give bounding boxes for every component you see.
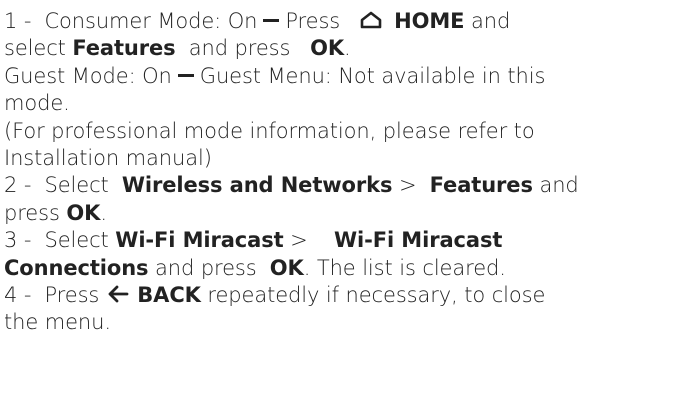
- ok-key-label: OK: [310, 36, 344, 61]
- select-text: select: [4, 36, 66, 61]
- back-key-label: BACK: [137, 283, 201, 308]
- period: .: [100, 200, 107, 225]
- features-label: Features: [429, 173, 533, 198]
- features-label: Features: [72, 36, 176, 61]
- note-text-end: Installation manual): [4, 146, 212, 171]
- note-text: (For professional mode information, plea…: [4, 118, 535, 143]
- consumer-mode-label: Consumer Mode: On: [44, 9, 258, 33]
- step-2-line-1: 2 - Select Wireless and Networks > Featu…: [4, 172, 700, 199]
- home-key-label: HOME: [394, 9, 465, 33]
- and-press-text: and press: [188, 36, 291, 61]
- path-separator: >: [290, 228, 308, 253]
- step-4-line-1: 4 - Press BACK repeatedly if necessary, t…: [4, 282, 700, 309]
- ok-key-label: OK: [269, 255, 304, 280]
- guest-mode-label: Guest Mode: On: [4, 63, 172, 88]
- press-text: Press: [285, 9, 341, 33]
- step-number: 3 -: [4, 228, 32, 253]
- step-1-line-2: select Features and press OK.: [4, 35, 700, 62]
- and-text: and: [471, 9, 511, 33]
- note-line-2: Installation manual): [4, 145, 700, 172]
- back-arrow-icon: [107, 285, 129, 303]
- miracast-connections-label: Wi-Fi Miracast: [333, 228, 503, 253]
- miracast-label: Wi-Fi Miracast: [115, 228, 284, 253]
- step-2-line-2: press OK.: [4, 200, 700, 227]
- press-text: press: [4, 200, 60, 225]
- guest-menu-text: Guest Menu: Not available in this: [199, 63, 546, 88]
- step-3-line-2: Connections and press OK. The list is cl…: [4, 255, 700, 282]
- instructions-document: 1 - Consumer Mode: On Press HOME and selec…: [0, 0, 700, 399]
- miracast-connections-label-end: Connections: [4, 255, 149, 280]
- close-menu-text: repeatedly if necessary, to close: [207, 283, 546, 308]
- guest-line-2: mode.: [4, 90, 700, 117]
- press-text: Press: [44, 283, 100, 308]
- and-press-text: and press: [155, 255, 257, 280]
- step-number: 4 -: [4, 283, 32, 308]
- step-number: 2 -: [4, 173, 32, 198]
- period: .: [344, 36, 351, 61]
- step-1-line-1: 1 - Consumer Mode: On Press HOME and: [4, 8, 700, 35]
- ok-key-label: OK: [66, 200, 101, 225]
- step-4-line-2: the menu.: [4, 309, 700, 336]
- dash-icon: [177, 73, 194, 77]
- path-separator: >: [399, 173, 417, 198]
- list-cleared-text: . The list is cleared.: [303, 255, 506, 280]
- dash-icon: [263, 19, 280, 22]
- guest-line-1: Guest Mode: On Guest Menu: Not available …: [4, 63, 700, 90]
- guest-menu-text-end: mode.: [4, 91, 70, 116]
- select-text: Select: [44, 228, 109, 253]
- note-line-1: (For professional mode information, plea…: [4, 118, 700, 145]
- and-text: and: [539, 173, 579, 198]
- home-icon: [360, 11, 382, 29]
- step-3-line-1: 3 - Select Wi-Fi Miracast > Wi-Fi Miraca…: [4, 227, 700, 254]
- wireless-networks-label: Wireless and Networks: [121, 173, 393, 198]
- close-menu-text-end: the menu.: [4, 310, 111, 335]
- step-number: 1 -: [4, 9, 32, 33]
- select-text: Select: [44, 173, 109, 198]
